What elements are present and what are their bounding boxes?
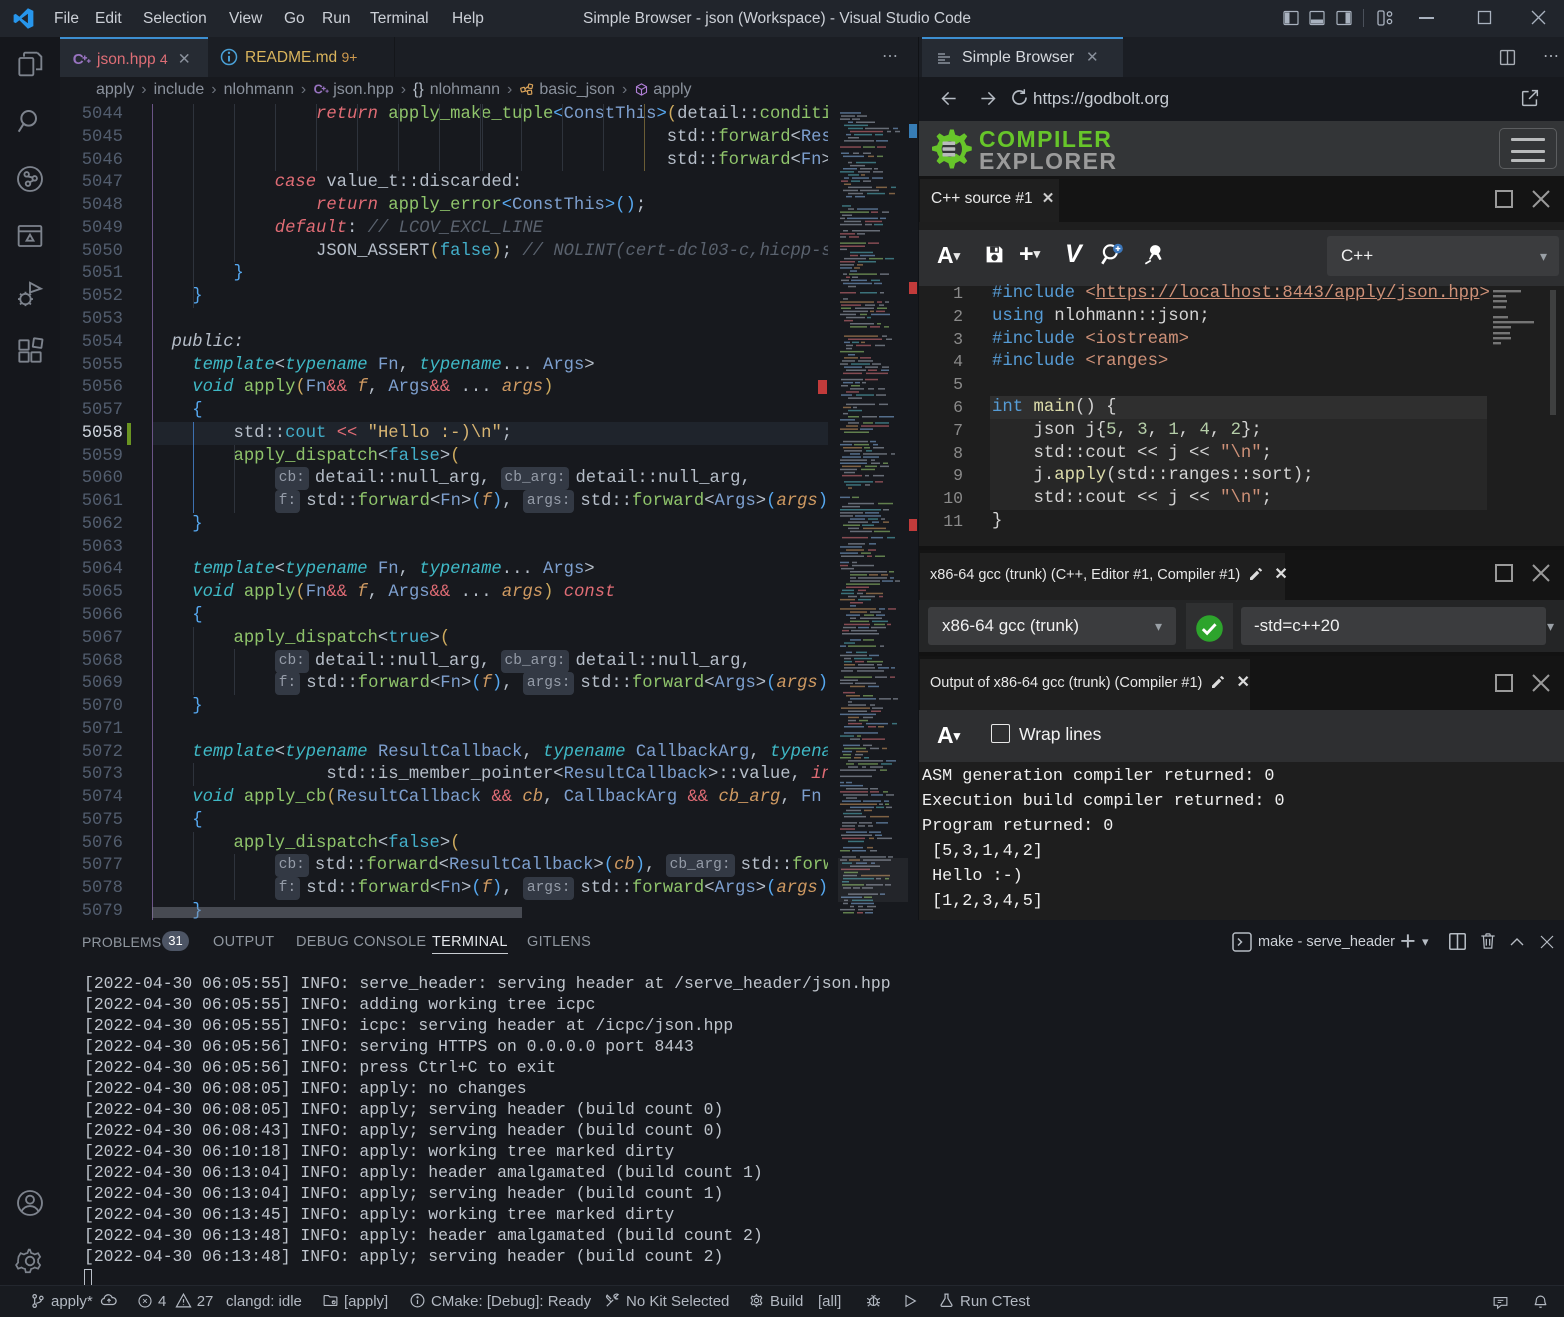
svg-text:C: C — [314, 83, 323, 97]
svg-text:C: C — [73, 51, 84, 68]
